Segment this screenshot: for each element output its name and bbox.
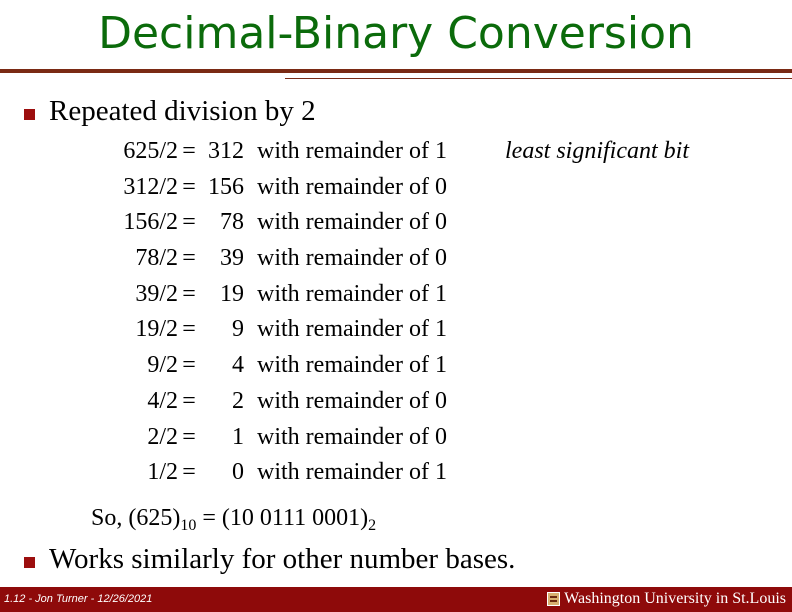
- lsb-annotation: least significant bit: [505, 138, 689, 164]
- slide-title: Decimal-Binary Conversion: [98, 8, 694, 59]
- division-row: 78/2 = 39 with remainder of 0: [88, 241, 447, 277]
- university-shield-icon: [547, 592, 561, 606]
- footer-slide-info: 1.12 - Jon Turner - 12/26/2021: [4, 593, 153, 605]
- quotient: 9: [232, 316, 244, 343]
- dividend: 39/2: [135, 280, 178, 307]
- remainder-text: with remainder of 0: [257, 245, 447, 272]
- base-to: 2: [368, 517, 377, 534]
- remainder-text: with remainder of 1: [257, 138, 447, 164]
- remainder-text: with remainder of 1: [257, 280, 447, 307]
- quotient: 156: [208, 173, 244, 200]
- quotient: 1: [232, 423, 244, 450]
- base-from: 10: [180, 517, 197, 534]
- bullet-icon: [24, 109, 35, 120]
- title-divider: [0, 69, 792, 73]
- result-middle: = (10 0111 0001): [196, 505, 369, 531]
- title-divider-thin: [285, 78, 792, 79]
- footer-university: Washington University in St.Louis: [547, 590, 786, 608]
- equals-sign: =: [182, 459, 196, 486]
- dividend: 4/2: [147, 387, 178, 414]
- division-row: 156/2 = 78 with remainder of 0: [88, 205, 447, 241]
- dividend: 1/2: [147, 459, 178, 486]
- dividend: 78/2: [135, 245, 178, 272]
- division-row: 19/2 = 9 with remainder of 1: [88, 312, 447, 348]
- equals-sign: =: [182, 173, 196, 200]
- remainder-text: with remainder of 1: [257, 352, 447, 379]
- quotient: 19: [220, 280, 244, 307]
- quotient: 78: [220, 209, 244, 236]
- quotient: 0: [232, 459, 244, 486]
- equals-sign: =: [182, 209, 196, 236]
- equals-sign: =: [182, 352, 196, 379]
- remainder-text: with remainder of 0: [257, 173, 447, 200]
- bullet-repeated-division: Repeated division by 2: [49, 95, 316, 127]
- remainder-text: with remainder of 0: [257, 387, 447, 414]
- quotient: 2: [232, 387, 244, 414]
- quotient: 4: [232, 352, 244, 379]
- division-row: 625/2 = 312 with remainder of 1: [88, 134, 447, 170]
- quotient: 312: [208, 138, 244, 164]
- remainder-text: with remainder of 1: [257, 459, 447, 486]
- footer-bar: 1.12 - Jon Turner - 12/26/2021 Washingto…: [0, 587, 792, 612]
- remainder-text: with remainder of 1: [257, 316, 447, 343]
- equals-sign: =: [182, 316, 196, 343]
- remainder-text: with remainder of 0: [257, 209, 447, 236]
- bullet-icon: [24, 557, 35, 568]
- division-row: 312/2 = 156 with remainder of 0: [88, 170, 447, 206]
- division-row: 9/2 = 4 with remainder of 1: [88, 348, 447, 384]
- result-prefix: So, (625): [91, 505, 181, 531]
- quotient: 39: [220, 245, 244, 272]
- equals-sign: =: [182, 280, 196, 307]
- division-row: 39/2 = 19 with remainder of 1: [88, 277, 447, 313]
- conversion-result: So, (625)10 = (10 0111 0001)2: [91, 505, 376, 535]
- equals-sign: =: [182, 138, 196, 164]
- equals-sign: =: [182, 387, 196, 414]
- division-steps: 625/2 = 312 with remainder of 1 312/2 = 156 wit…: [88, 134, 447, 491]
- division-row: 4/2 = 2 with remainder of 0: [88, 384, 447, 420]
- division-row: 2/2 = 1 with remainder of 0: [88, 420, 447, 456]
- university-name: Washington University in St.Louis: [564, 590, 786, 607]
- dividend: 2/2: [147, 423, 178, 450]
- dividend: 625/2: [123, 138, 178, 164]
- dividend: 156/2: [123, 209, 178, 236]
- remainder-text: with remainder of 0: [257, 423, 447, 450]
- bullet-other-bases: Works similarly for other number bases.: [49, 543, 516, 575]
- equals-sign: =: [182, 245, 196, 272]
- equals-sign: =: [182, 423, 196, 450]
- division-row: 1/2 = 0 with remainder of 1: [88, 455, 447, 491]
- dividend: 9/2: [147, 352, 178, 379]
- dividend: 19/2: [135, 316, 178, 343]
- dividend: 312/2: [123, 173, 178, 200]
